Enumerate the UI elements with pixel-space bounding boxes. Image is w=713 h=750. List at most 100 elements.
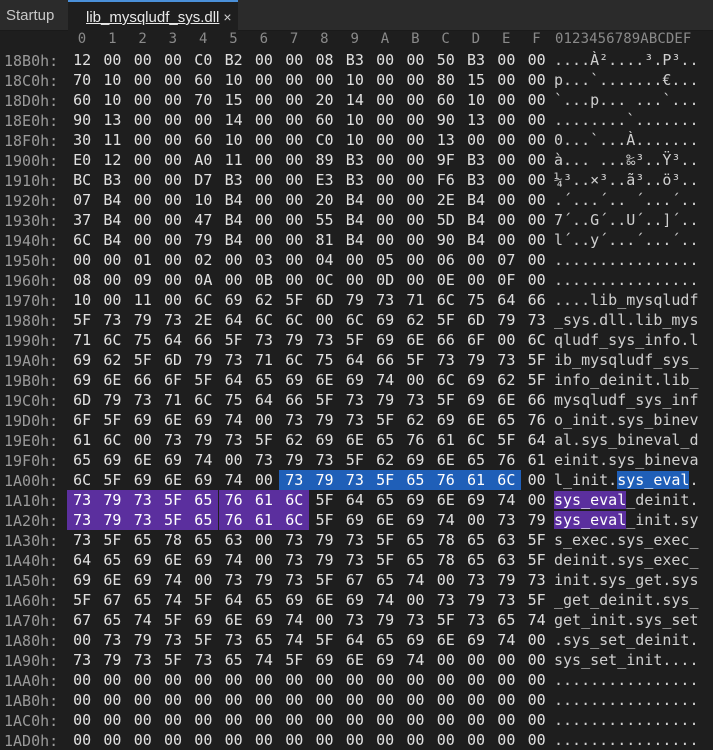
hex-byte[interactable]: 69 — [400, 510, 430, 530]
hex-byte[interactable]: 66 — [431, 330, 461, 350]
hex-byte[interactable]: 00 — [400, 690, 430, 710]
hex-byte[interactable]: 73 — [128, 390, 158, 410]
hex-byte[interactable]: 6E — [431, 450, 461, 470]
hex-byte[interactable]: 00 — [97, 250, 127, 270]
hex-byte[interactable]: 65 — [97, 550, 127, 570]
hex-byte[interactable]: 63 — [491, 530, 521, 550]
hex-byte[interactable]: B3 — [461, 150, 491, 170]
hex-byte[interactable]: 6E — [309, 370, 339, 390]
hex-byte[interactable]: 62 — [400, 410, 430, 430]
hex-byte[interactable]: 64 — [249, 390, 279, 410]
ascii-text[interactable]: ib_mysqludf_sys_ — [554, 350, 699, 370]
hex-byte[interactable]: 00 — [400, 170, 430, 190]
hex-byte[interactable]: 67 — [340, 570, 370, 590]
hex-byte[interactable]: 73 — [158, 630, 188, 650]
hex-byte[interactable]: 00 — [340, 710, 370, 730]
hex-byte[interactable]: 00 — [279, 190, 309, 210]
hex-byte[interactable]: 00 — [158, 730, 188, 750]
hex-byte[interactable]: 5F — [158, 650, 188, 670]
hex-byte[interactable]: 00 — [279, 110, 309, 130]
hex-byte[interactable]: 69 — [309, 650, 339, 670]
hex-byte[interactable]: 5F — [522, 550, 552, 570]
hex-byte[interactable]: 00 — [249, 730, 279, 750]
hex-byte[interactable]: 73 — [279, 530, 309, 550]
hex-byte[interactable]: 00 — [128, 190, 158, 210]
hex-byte[interactable]: 75 — [128, 330, 158, 350]
hex-byte[interactable]: 00 — [370, 70, 400, 90]
ascii-text[interactable]: ........`....... — [554, 110, 699, 130]
hex-byte[interactable]: 6E — [340, 650, 370, 670]
hex-byte[interactable]: 79 — [97, 390, 127, 410]
hex-byte[interactable]: 65 — [249, 630, 279, 650]
hex-byte[interactable]: 00 — [67, 710, 97, 730]
hex-byte[interactable]: 63 — [219, 530, 249, 550]
hex-byte[interactable]: 61 — [248, 510, 280, 530]
hex-byte[interactable]: 00 — [370, 230, 400, 250]
hex-byte[interactable]: B4 — [340, 230, 370, 250]
hex-byte[interactable]: 79 — [309, 410, 339, 430]
hex-byte[interactable]: 00 — [67, 670, 97, 690]
hex-byte[interactable]: 73 — [128, 650, 158, 670]
hex-byte[interactable]: 71 — [67, 330, 97, 350]
hex-byte[interactable]: 00 — [522, 470, 552, 490]
hex-byte[interactable]: 00 — [249, 210, 279, 230]
hex-byte[interactable]: 6C — [461, 430, 491, 450]
hex-byte[interactable]: 74 — [188, 450, 218, 470]
hex-byte[interactable]: 65 — [128, 590, 158, 610]
hex-byte[interactable]: 00 — [158, 110, 188, 130]
hex-byte[interactable]: 6C — [522, 330, 552, 350]
hex-byte[interactable]: 00 — [249, 690, 279, 710]
hex-byte[interactable]: 55 — [309, 210, 339, 230]
hex-byte[interactable]: 73 — [461, 610, 491, 630]
hex-byte[interactable]: 6E — [400, 330, 430, 350]
hex-byte[interactable]: B3 — [461, 50, 491, 70]
hex-byte[interactable]: 6E — [219, 610, 249, 630]
hex-byte[interactable]: 00 — [128, 130, 158, 150]
hex-byte[interactable]: 5F — [309, 510, 339, 530]
hex-byte[interactable]: 62 — [97, 350, 127, 370]
hex-byte[interactable]: 08 — [309, 50, 339, 70]
hex-byte[interactable]: 00 — [491, 70, 521, 90]
hex-byte[interactable]: 61 — [431, 430, 461, 450]
hex-byte[interactable]: 00 — [491, 670, 521, 690]
hex-byte[interactable]: B4 — [461, 190, 491, 210]
hex-byte[interactable]: B4 — [461, 230, 491, 250]
hex-byte[interactable]: 12 — [97, 150, 127, 170]
hex-byte[interactable]: B4 — [97, 190, 127, 210]
hex-byte[interactable]: 66 — [279, 390, 309, 410]
hex-byte[interactable]: 37 — [67, 210, 97, 230]
hex-byte[interactable]: 09 — [128, 270, 158, 290]
ascii-text[interactable]: sys_eval_deinit. — [554, 490, 699, 510]
hex-byte[interactable]: 79 — [461, 350, 491, 370]
hex-byte[interactable]: 00 — [97, 690, 127, 710]
hex-byte[interactable]: 73 — [431, 350, 461, 370]
hex-byte[interactable]: B4 — [97, 210, 127, 230]
hex-byte[interactable]: 00 — [309, 70, 339, 90]
hex-byte[interactable]: 00 — [491, 130, 521, 150]
hex-byte[interactable]: 69 — [128, 470, 158, 490]
hex-byte[interactable]: 00 — [249, 530, 279, 550]
ascii-text[interactable]: ....lib_mysqludf — [554, 290, 699, 310]
hex-byte[interactable]: 69 — [67, 350, 97, 370]
hex-byte[interactable]: 07 — [491, 250, 521, 270]
hex-byte[interactable]: 64 — [491, 290, 521, 310]
hex-byte[interactable]: 00 — [249, 710, 279, 730]
hex-byte[interactable]: 00 — [431, 710, 461, 730]
hex-byte[interactable]: 00 — [128, 110, 158, 130]
hex-byte[interactable]: 00 — [491, 710, 521, 730]
hex-byte[interactable]: 90 — [431, 110, 461, 130]
hex-byte[interactable]: 73 — [127, 490, 158, 510]
hex-byte[interactable]: 67 — [67, 610, 97, 630]
hex-byte[interactable]: 01 — [128, 250, 158, 270]
hex-byte[interactable]: 73 — [127, 510, 158, 530]
hex-byte[interactable]: 20 — [309, 90, 339, 110]
hex-byte[interactable]: B4 — [461, 210, 491, 230]
hex-byte[interactable]: 64 — [67, 550, 97, 570]
hex-byte[interactable]: 5F — [522, 530, 552, 550]
hex-byte[interactable]: 10 — [219, 130, 249, 150]
hex-byte[interactable]: 00 — [158, 130, 188, 150]
hex-byte[interactable]: 69 — [128, 570, 158, 590]
hex-byte[interactable]: B3 — [340, 50, 370, 70]
hex-byte[interactable]: 00 — [158, 250, 188, 270]
hex-byte[interactable]: 00 — [400, 190, 430, 210]
